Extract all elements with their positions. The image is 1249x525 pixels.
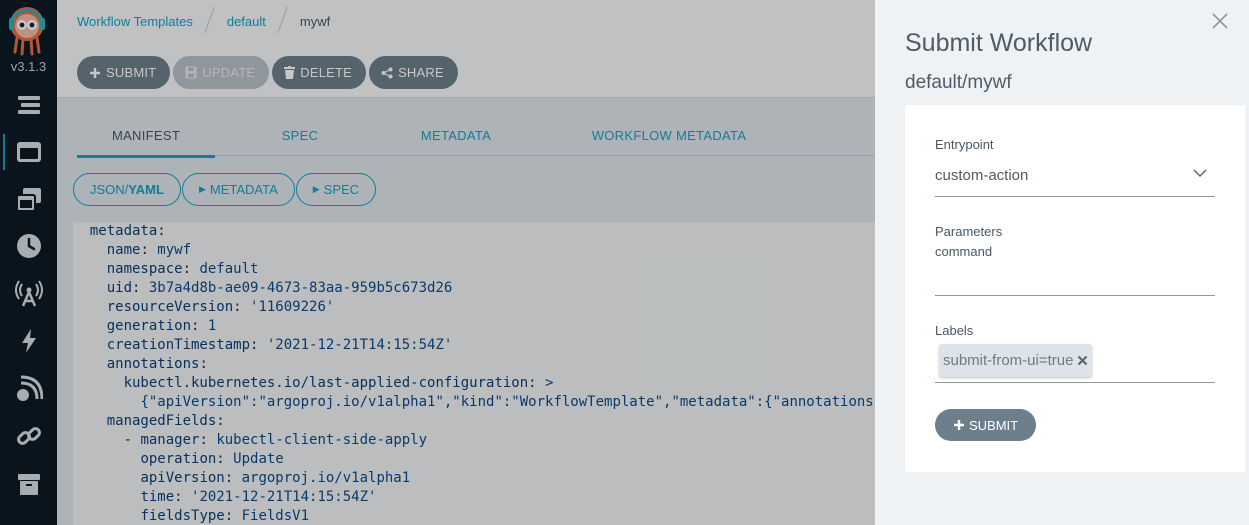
param-command-input[interactable] — [935, 266, 1215, 296]
close-icon[interactable] — [1211, 12, 1229, 30]
remove-tag-icon[interactable] — [1077, 355, 1088, 366]
chevron-down-icon — [1193, 169, 1207, 178]
entrypoint-label: Entrypoint — [935, 137, 994, 152]
plus-icon — [953, 419, 965, 431]
label-tag: submit-from-ui=true — [939, 344, 1093, 377]
labels-label: Labels — [935, 323, 974, 338]
entrypoint-select[interactable]: custom-action — [935, 160, 1215, 197]
panel-submit-button[interactable]: SUBMIT — [935, 409, 1037, 441]
panel-submit-label: SUBMIT — [969, 417, 1019, 433]
modal-backdrop[interactable] — [0, 0, 875, 525]
panel-subtitle: default/mywf — [905, 72, 1012, 93]
entrypoint-value: custom-action — [935, 167, 1029, 184]
parameters-label: Parameters — [935, 224, 1003, 239]
label-tag-text: submit-from-ui=true — [943, 352, 1074, 369]
labels-input[interactable]: submit-from-ui=true — [935, 342, 1215, 383]
panel-title: Submit Workflow — [905, 29, 1093, 57]
param-command-label: command — [935, 244, 993, 259]
